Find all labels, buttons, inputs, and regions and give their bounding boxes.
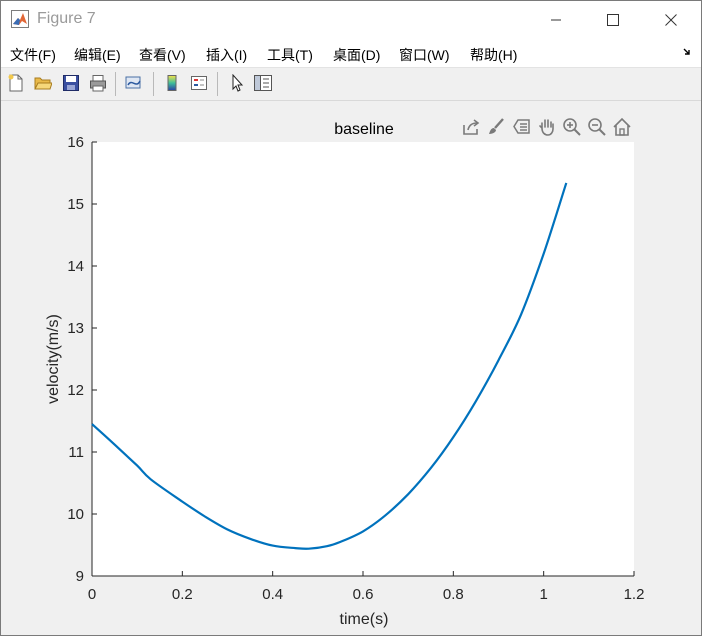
y-tick-label: 13: [67, 320, 84, 337]
x-tick-label: 0: [88, 586, 96, 603]
axes-background: [92, 142, 634, 576]
pan-icon[interactable]: [536, 116, 558, 138]
brush-icon[interactable]: [485, 116, 507, 138]
y-tick-label: 11: [68, 444, 84, 461]
x-tick-label: 0.8: [443, 586, 464, 603]
x-tick-label: 1: [539, 586, 547, 603]
x-tick-label: 1.2: [624, 586, 645, 603]
x-tick-label: 0.2: [172, 586, 193, 603]
zoom-in-icon[interactable]: [561, 116, 583, 138]
x-tick-label: 0.4: [262, 586, 283, 603]
y-tick-label: 12: [67, 382, 84, 399]
export-icon[interactable]: [460, 116, 482, 138]
y-axis-label: velocity(m/s): [45, 314, 62, 404]
restore-view-icon[interactable]: [611, 116, 633, 138]
chart-title: baseline: [334, 121, 394, 138]
x-tick-label: 0.6: [353, 586, 374, 603]
y-tick-label: 9: [76, 568, 84, 585]
y-tick-label: 14: [67, 258, 84, 275]
y-tick-label: 16: [67, 134, 84, 151]
y-tick-label: 15: [67, 196, 84, 213]
y-tick-label: 10: [67, 506, 84, 523]
zoom-out-icon[interactable]: [586, 116, 608, 138]
data-tips-icon[interactable]: [511, 116, 533, 138]
plot-area[interactable]: 0 0.2 0.4 0.6 0.8 1 1.2 9 10 11 12 13 14 15 16 baselin…: [0, 0, 702, 636]
x-axis-label: time(s): [340, 611, 389, 628]
